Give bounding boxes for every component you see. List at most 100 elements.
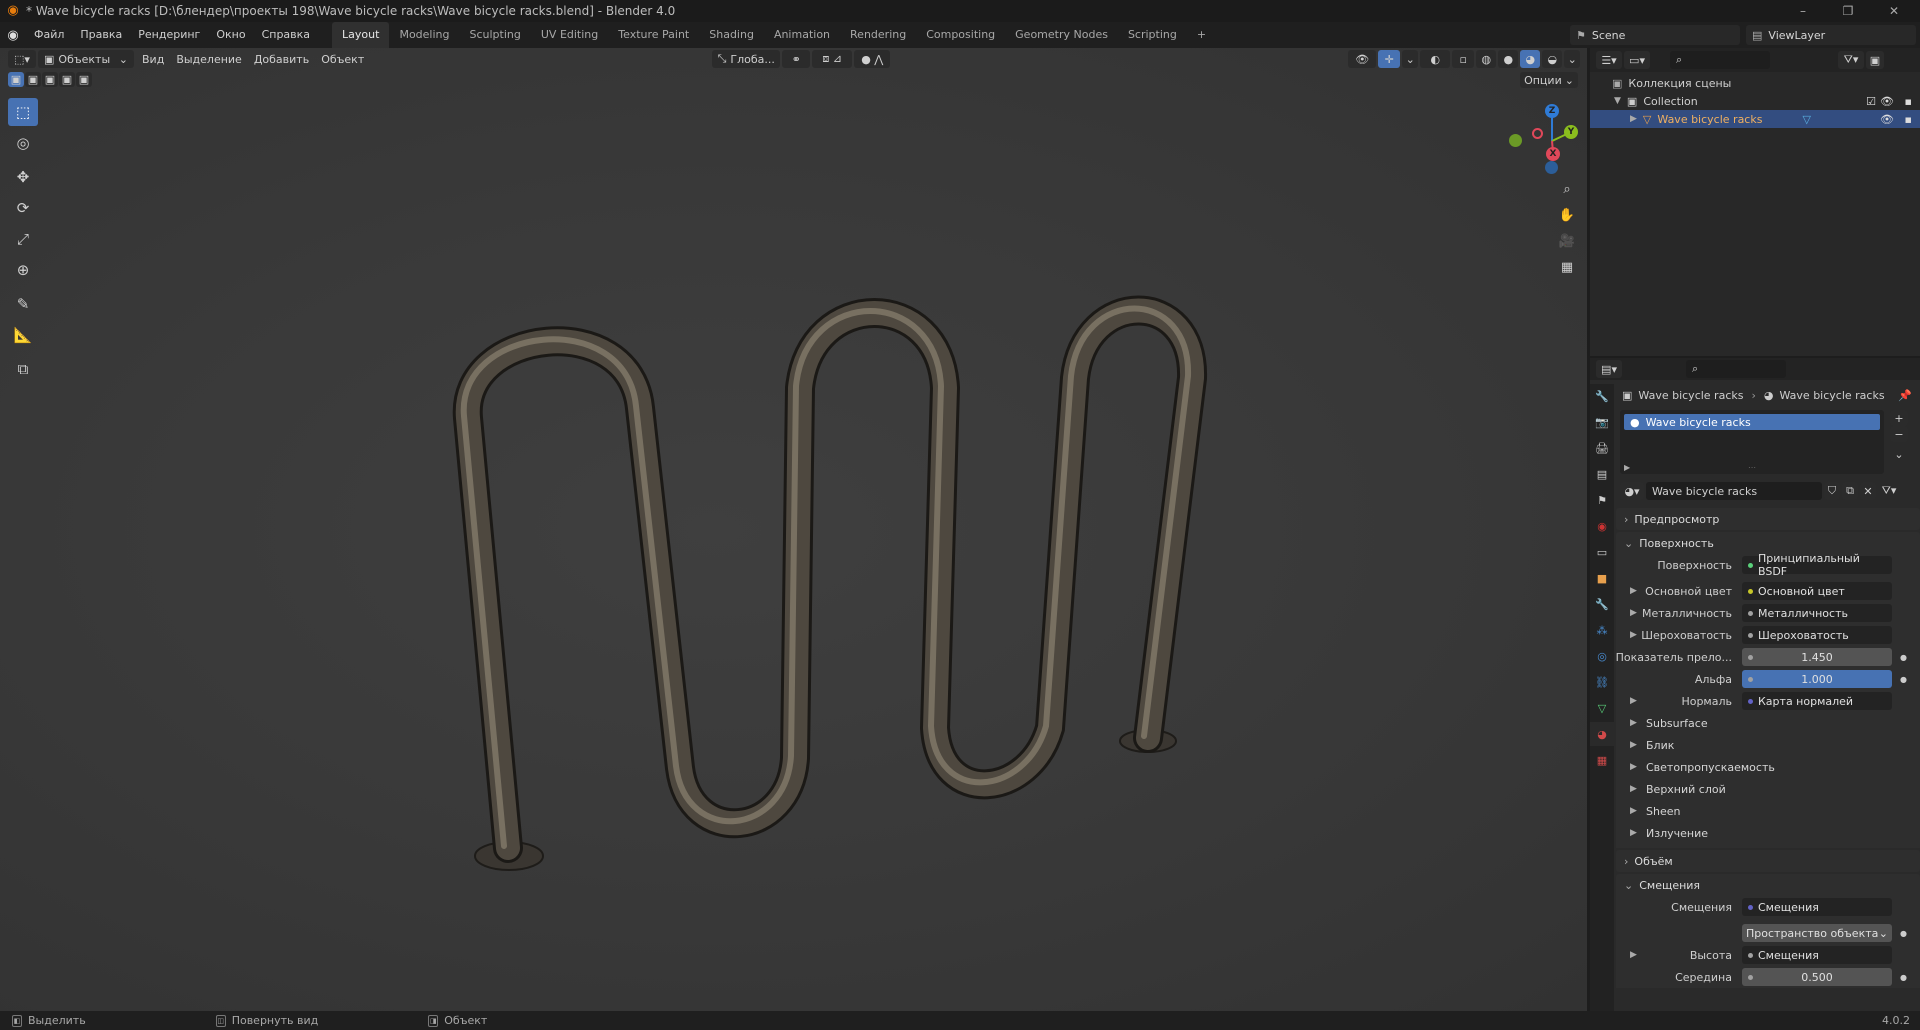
tab-output[interactable]: 🖨: [1590, 436, 1614, 460]
specular-section[interactable]: ▶ Блик: [1616, 734, 1920, 756]
slot-specials-button[interactable]: ⌄: [1890, 446, 1908, 462]
add-workspace-button[interactable]: +: [1187, 22, 1216, 48]
tab-layout[interactable]: Layout: [332, 22, 390, 48]
panel-surface[interactable]: ⌄ Поверхность: [1616, 532, 1920, 554]
tab-sculpting[interactable]: Sculpting: [460, 22, 531, 48]
expand-arrow-icon[interactable]: ▶: [1630, 608, 1637, 618]
menu-window[interactable]: Окно: [208, 22, 253, 48]
expand-arrow-icon[interactable]: ▶: [1630, 586, 1637, 596]
tab-modeling[interactable]: Modeling: [389, 22, 459, 48]
roughness-field[interactable]: Шероховатость: [1742, 626, 1892, 644]
panel-displacement[interactable]: ⌄ Смещения: [1616, 874, 1920, 896]
tab-view-layer[interactable]: ▤: [1590, 462, 1614, 486]
remove-slot-button[interactable]: −: [1890, 426, 1908, 442]
tab-constraints[interactable]: ⛓: [1590, 670, 1614, 694]
space-select[interactable]: Пространство объекта ⌄: [1742, 924, 1892, 942]
properties-search-input[interactable]: ⌕: [1686, 360, 1786, 378]
tab-texture[interactable]: ▦: [1590, 748, 1614, 772]
menu-help[interactable]: Справка: [254, 22, 318, 48]
view-layer-selector[interactable]: ▤ ViewLayer: [1746, 25, 1916, 45]
new-collection-button[interactable]: ▣: [1866, 51, 1884, 69]
alpha-slider[interactable]: 1.000: [1742, 670, 1892, 688]
keyframe-dot-icon[interactable]: ●: [1900, 653, 1907, 662]
ior-field[interactable]: 1.450: [1742, 648, 1892, 666]
properties-editor-type[interactable]: ▤▾: [1596, 360, 1622, 378]
material-slot-item[interactable]: ● Wave bicycle racks: [1624, 414, 1880, 430]
tab-render[interactable]: 📷: [1590, 410, 1614, 434]
outliner-editor-type[interactable]: ☰▾: [1596, 51, 1622, 69]
keyframe-dot-icon[interactable]: ●: [1900, 973, 1907, 982]
tab-collection[interactable]: ▭: [1590, 540, 1614, 564]
midlevel-field[interactable]: 0.500: [1742, 968, 1892, 986]
panel-preview[interactable]: › Предпросмотр: [1616, 508, 1920, 530]
expand-arrow-icon[interactable]: ▶: [1624, 463, 1630, 472]
camera-icon[interactable]: ▪: [1905, 95, 1912, 108]
expand-arrow-icon[interactable]: ▶: [1630, 950, 1637, 960]
maximize-button[interactable]: ❐: [1828, 0, 1868, 22]
resize-handle-icon[interactable]: ⋯: [1748, 463, 1756, 472]
outliner-search-input[interactable]: ⌕: [1670, 51, 1770, 69]
subsurface-section[interactable]: ▶ Subsurface: [1616, 712, 1920, 734]
expand-arrow-icon[interactable]: ▶: [1630, 630, 1637, 640]
tab-modifiers[interactable]: 🔧: [1590, 592, 1614, 616]
outliner-object-row[interactable]: ▶ ▽ Wave bicycle racks ▽ 👁 ▪: [1590, 110, 1920, 128]
filter-button[interactable]: ⛛▾: [1838, 51, 1864, 69]
camera-icon[interactable]: ▪: [1905, 113, 1912, 126]
eye-icon[interactable]: 👁: [1880, 95, 1894, 108]
pin-icon[interactable]: 📌: [1898, 389, 1912, 402]
material-link-dropdown[interactable]: ⛛▾: [1878, 482, 1900, 500]
base-color-field[interactable]: Основной цвет: [1742, 582, 1892, 600]
tab-uv-editing[interactable]: UV Editing: [531, 22, 608, 48]
unlink-material-button[interactable]: ✕: [1860, 482, 1876, 500]
tab-world[interactable]: ◉: [1590, 514, 1614, 538]
menu-file[interactable]: Файл: [26, 22, 72, 48]
material-name-field[interactable]: Wave bicycle racks: [1646, 482, 1822, 500]
fake-user-button[interactable]: ⛉: [1824, 482, 1840, 500]
checkbox-icon[interactable]: ☑: [1866, 95, 1876, 108]
tab-tool[interactable]: 🔧: [1590, 384, 1614, 408]
tab-object[interactable]: ■: [1590, 566, 1614, 590]
tab-geometry-nodes[interactable]: Geometry Nodes: [1005, 22, 1118, 48]
menu-edit[interactable]: Правка: [72, 22, 130, 48]
tab-animation[interactable]: Animation: [764, 22, 840, 48]
tab-texture-paint[interactable]: Texture Paint: [608, 22, 699, 48]
outliner-collection-row[interactable]: ▼ ▣ Collection ☑ 👁 ▪: [1590, 92, 1920, 110]
displacement-field[interactable]: Смещения: [1742, 898, 1892, 916]
scene-selector[interactable]: ⚑ Scene: [1570, 25, 1740, 45]
keyframe-dot-icon[interactable]: ●: [1900, 675, 1907, 684]
tab-shading[interactable]: Shading: [699, 22, 764, 48]
metallic-field[interactable]: Металличность: [1742, 604, 1892, 622]
blender-menu-icon[interactable]: ◉: [0, 28, 26, 43]
expand-arrow-icon[interactable]: ▶: [1630, 114, 1637, 124]
bicycle-rack-model[interactable]: [0, 48, 1587, 1011]
tab-data[interactable]: ▽: [1590, 696, 1614, 720]
panel-volume[interactable]: › Объём: [1616, 850, 1920, 872]
tab-compositing[interactable]: Compositing: [916, 22, 1005, 48]
tab-physics[interactable]: ◎: [1590, 644, 1614, 668]
tab-scripting[interactable]: Scripting: [1118, 22, 1187, 48]
transmission-section[interactable]: ▶ Светопропускаемость: [1616, 756, 1920, 778]
menu-render[interactable]: Рендеринг: [130, 22, 208, 48]
height-field[interactable]: Смещения: [1742, 946, 1892, 964]
close-button[interactable]: ✕: [1874, 0, 1914, 22]
display-mode-button[interactable]: ▭▾: [1624, 51, 1650, 69]
browse-material-button[interactable]: ◕▾: [1620, 482, 1644, 500]
mesh-data-icon[interactable]: ▽: [1802, 113, 1810, 126]
emission-section[interactable]: ▶ Излучение: [1616, 822, 1920, 844]
minimize-button[interactable]: –: [1783, 0, 1823, 22]
outliner-scene-collection[interactable]: ▣ Коллекция сцены: [1590, 74, 1920, 92]
duplicate-material-button[interactable]: ⧉: [1842, 482, 1858, 500]
eye-icon[interactable]: 👁: [1880, 113, 1894, 126]
tab-scene[interactable]: ⚑: [1590, 488, 1614, 512]
keyframe-dot-icon[interactable]: ●: [1900, 929, 1907, 938]
normal-field[interactable]: Карта нормалей: [1742, 692, 1892, 710]
tab-particles[interactable]: ⁂: [1590, 618, 1614, 642]
expand-arrow-icon[interactable]: ▶: [1630, 696, 1637, 706]
surface-shader-field[interactable]: Принципиальный BSDF: [1742, 552, 1892, 578]
3d-viewport[interactable]: ⬚▾ ▣ Объекты ⌄ Вид Выделение Добавить Об…: [0, 48, 1587, 1011]
sheen-section[interactable]: ▶ Sheen: [1616, 800, 1920, 822]
expand-arrow-icon[interactable]: ▼: [1614, 96, 1621, 106]
tab-rendering[interactable]: Rendering: [840, 22, 916, 48]
tab-material[interactable]: ◕: [1590, 722, 1614, 746]
add-slot-button[interactable]: +: [1890, 410, 1908, 426]
